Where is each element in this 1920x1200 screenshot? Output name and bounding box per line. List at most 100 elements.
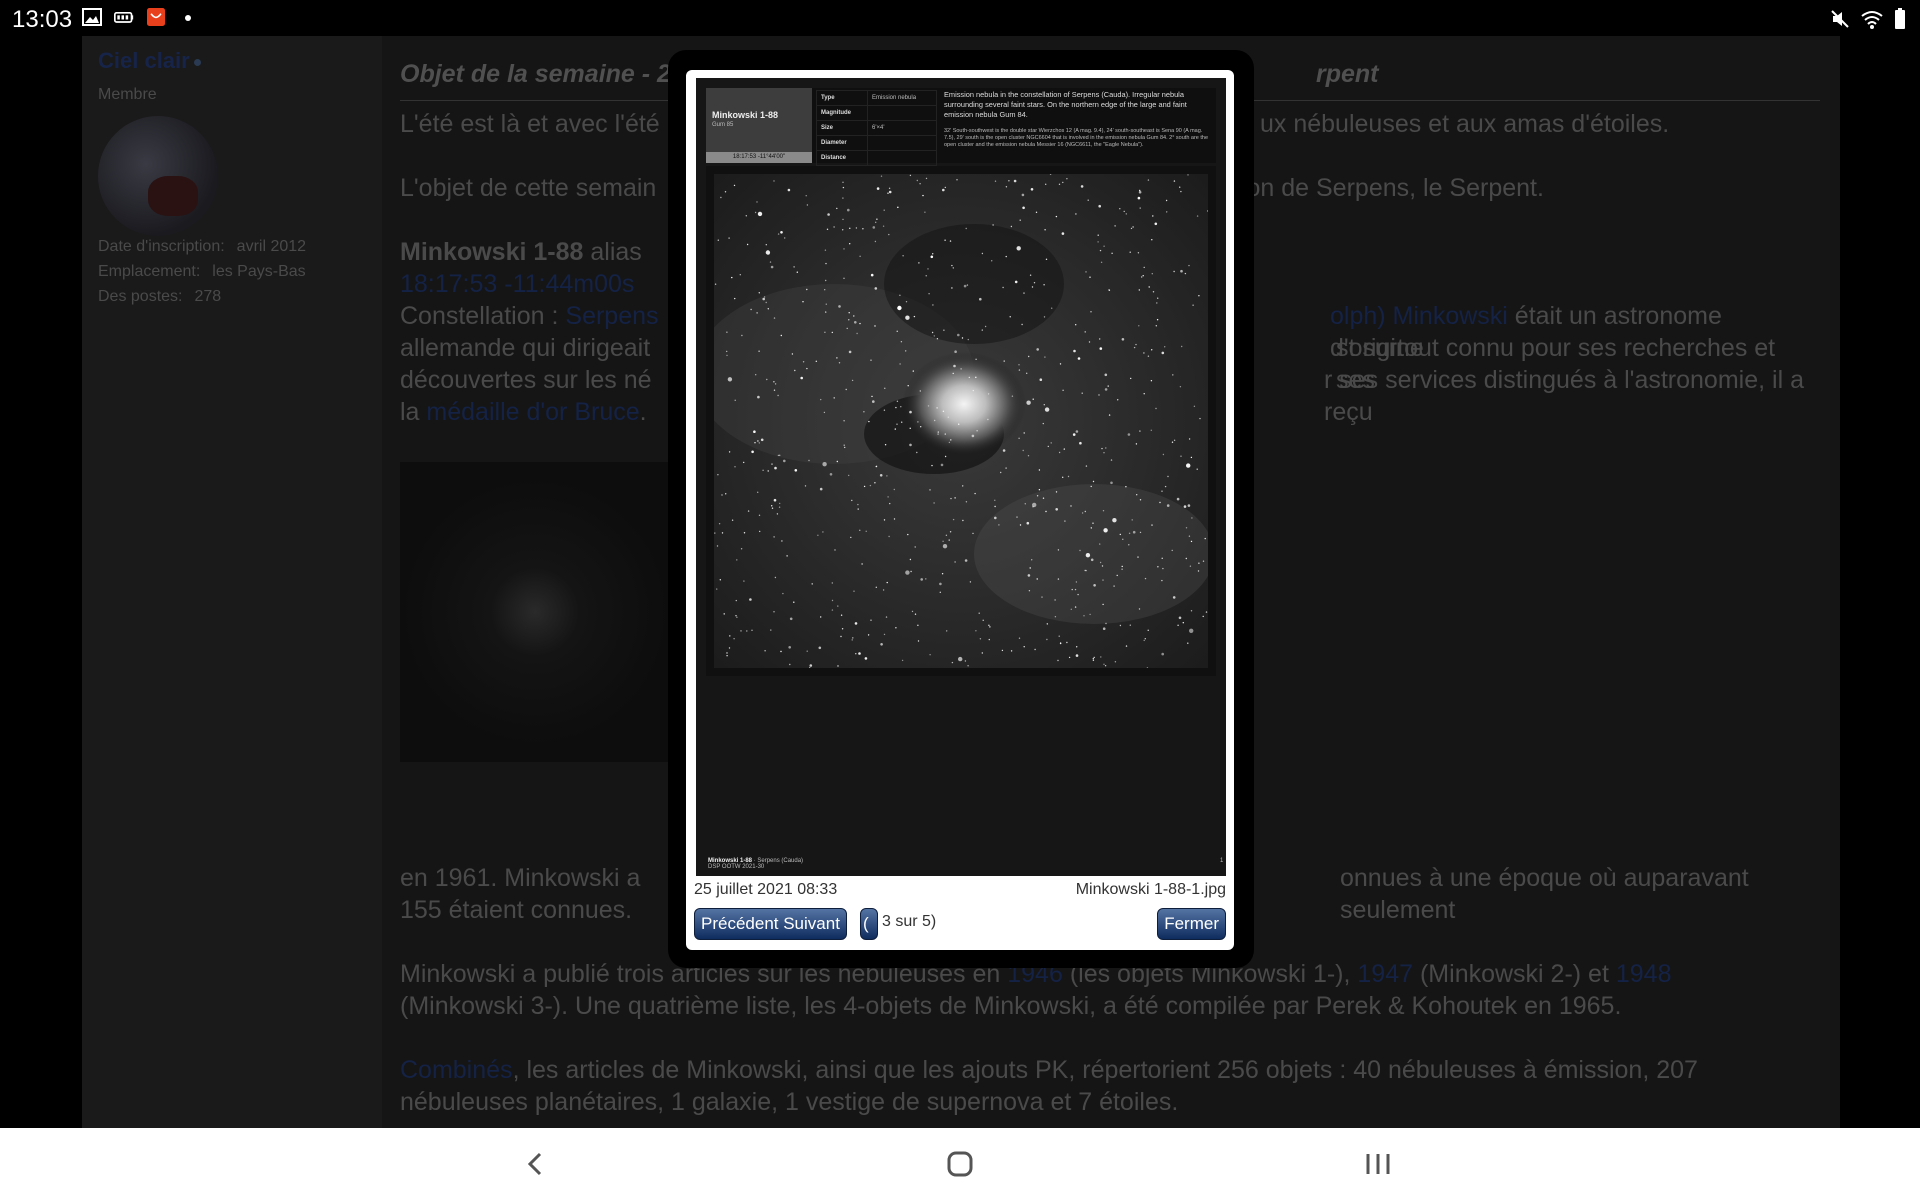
shopping-app-icon bbox=[147, 8, 165, 26]
star bbox=[746, 630, 748, 632]
star bbox=[859, 322, 861, 325]
star bbox=[918, 262, 920, 264]
paragraph-object-end: tion de Serpens, le Serpent. bbox=[1234, 174, 1544, 202]
star bbox=[741, 334, 743, 337]
constellation-line: Constellation : Serpens bbox=[400, 300, 659, 332]
status-bar: 13:03 bbox=[0, 0, 1920, 36]
star bbox=[943, 329, 945, 331]
paragraph-intro-start: L'été est là et avec l'été bbox=[400, 110, 660, 138]
medal-link[interactable]: médaille d'or Bruce bbox=[426, 398, 639, 426]
star bbox=[1143, 393, 1145, 395]
recents-icon[interactable] bbox=[1358, 1146, 1398, 1182]
property-key: Type bbox=[816, 90, 868, 106]
gallery-icon bbox=[82, 8, 102, 26]
star bbox=[937, 431, 939, 433]
star bbox=[842, 218, 844, 221]
card-description-detail: 32' South-southwest is the double star W… bbox=[944, 128, 1209, 148]
star bbox=[1081, 392, 1083, 394]
star bbox=[753, 430, 756, 434]
star bbox=[827, 213, 830, 216]
star bbox=[836, 207, 838, 210]
star bbox=[1183, 505, 1187, 508]
table-row: Magnitude bbox=[816, 105, 937, 121]
star bbox=[932, 304, 934, 306]
star bbox=[909, 174, 912, 177]
star bbox=[1172, 596, 1176, 599]
star bbox=[1021, 323, 1023, 326]
coordinates-link[interactable]: 18:17:53 -11:44m00s bbox=[400, 268, 634, 300]
lightbox-image[interactable]: Minkowski 1-88 Gum 85 18:17:53 -11°44'00… bbox=[696, 78, 1226, 876]
star bbox=[1101, 565, 1104, 567]
star bbox=[909, 410, 912, 414]
year-1947-link[interactable]: 1947 bbox=[1357, 960, 1413, 988]
star bbox=[960, 368, 962, 370]
star bbox=[1188, 535, 1191, 537]
constellation-link[interactable]: Serpens bbox=[565, 302, 658, 330]
combined-link[interactable]: Combinés bbox=[400, 1056, 513, 1084]
star bbox=[874, 287, 878, 290]
card-object-name: Minkowski 1-88 bbox=[712, 110, 779, 120]
star bbox=[925, 177, 928, 180]
image-date: 25 juillet 2021 08:33 bbox=[694, 881, 838, 898]
star bbox=[857, 503, 859, 506]
star bbox=[818, 646, 822, 650]
star bbox=[856, 332, 858, 335]
star bbox=[865, 530, 867, 532]
star bbox=[1143, 352, 1145, 354]
star bbox=[802, 361, 805, 363]
star bbox=[971, 434, 975, 438]
star bbox=[717, 239, 719, 241]
star bbox=[998, 524, 1000, 526]
table-row: Size 6'×4' bbox=[816, 120, 937, 136]
star bbox=[842, 186, 845, 189]
lightbox-caption: 25 juillet 2021 08:33 Minkowski 1-88-1.j… bbox=[694, 879, 1226, 903]
star bbox=[1110, 459, 1113, 461]
star bbox=[1154, 222, 1158, 226]
star bbox=[781, 540, 783, 542]
star bbox=[1130, 227, 1133, 230]
star bbox=[942, 544, 948, 549]
year-1948-link[interactable]: 1948 bbox=[1616, 960, 1672, 988]
star bbox=[1072, 433, 1076, 436]
star bbox=[886, 475, 888, 477]
star bbox=[1144, 577, 1147, 580]
star bbox=[796, 271, 798, 273]
username[interactable]: Ciel clair bbox=[98, 48, 190, 73]
star bbox=[1083, 615, 1085, 617]
star bbox=[1190, 610, 1193, 612]
star bbox=[956, 179, 958, 181]
star bbox=[1132, 530, 1136, 534]
star bbox=[1093, 584, 1096, 587]
nebula-thumbnail[interactable] bbox=[400, 462, 700, 762]
home-icon[interactable] bbox=[940, 1146, 980, 1182]
star bbox=[870, 359, 872, 361]
star bbox=[1172, 374, 1174, 376]
join-date: Date d'inscription: avril 2012 bbox=[98, 238, 306, 256]
close-button[interactable]: Fermer bbox=[1157, 908, 1226, 940]
star bbox=[951, 661, 954, 664]
star bbox=[988, 638, 990, 641]
star bbox=[740, 630, 742, 632]
star bbox=[1084, 331, 1086, 333]
star bbox=[871, 395, 873, 398]
star bbox=[820, 398, 822, 401]
star bbox=[1057, 659, 1059, 662]
star bbox=[1105, 622, 1107, 625]
back-icon[interactable] bbox=[516, 1146, 556, 1182]
astronomer-link[interactable]: olph) Minkowski bbox=[1330, 302, 1508, 330]
previous-next-button[interactable]: Précédent Suivant bbox=[694, 908, 847, 940]
star bbox=[1036, 578, 1038, 580]
star bbox=[975, 358, 977, 360]
star bbox=[840, 614, 843, 616]
star bbox=[1074, 606, 1077, 608]
star bbox=[885, 616, 888, 618]
star bbox=[844, 446, 846, 449]
star bbox=[942, 188, 945, 192]
star bbox=[1161, 579, 1163, 582]
slideshow-button[interactable]: ( bbox=[860, 908, 878, 940]
star bbox=[1142, 275, 1144, 277]
username-link[interactable]: Ciel clair bbox=[98, 48, 201, 74]
star bbox=[1107, 385, 1109, 387]
star bbox=[1103, 452, 1105, 454]
medal-line: la médaille d'or Bruce. bbox=[400, 396, 647, 428]
